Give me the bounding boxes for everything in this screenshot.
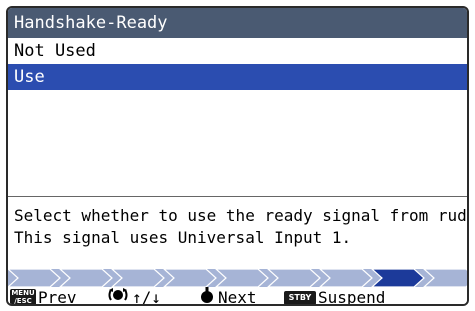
progress-step bbox=[319, 269, 373, 287]
help-line-1: Select whether to use the ready signal f… bbox=[14, 206, 469, 225]
help-line-2: This signal uses Universal Input 1. bbox=[14, 228, 352, 247]
window-frame: Handshake-Ready Not Used Use Select whet… bbox=[0, 0, 475, 311]
menu-key-top-label: MENU bbox=[11, 289, 35, 297]
progress-step bbox=[163, 269, 217, 287]
updown-label: ↑/↓ bbox=[132, 288, 161, 306]
softkey-footer: MENU /ESC Prev ↑/↓ Next STBY Suspend bbox=[8, 286, 467, 306]
progress-step bbox=[111, 269, 165, 287]
progress-step bbox=[8, 269, 61, 287]
progress-step bbox=[423, 269, 467, 287]
rotary-knob-icon bbox=[106, 286, 130, 304]
dialog-panel: Handshake-Ready Not Used Use Select whet… bbox=[6, 6, 469, 306]
progress-step bbox=[59, 269, 113, 287]
prev-softkey[interactable]: MENU /ESC Prev bbox=[10, 287, 77, 306]
option-list: Not Used Use bbox=[8, 38, 467, 90]
prev-label: Prev bbox=[38, 288, 77, 306]
suspend-softkey[interactable]: STBY Suspend bbox=[284, 287, 386, 306]
progress-chevrons bbox=[8, 269, 467, 287]
menu-key-bottom-label: /ESC bbox=[14, 297, 32, 305]
next-softkey[interactable]: Next bbox=[198, 286, 257, 306]
help-text: Select whether to use the ready signal f… bbox=[8, 196, 467, 249]
stby-key-icon: STBY bbox=[284, 290, 316, 304]
progress-step-current bbox=[371, 269, 425, 287]
updown-softkey[interactable]: ↑/↓ bbox=[106, 286, 161, 306]
suspend-label: Suspend bbox=[318, 288, 386, 306]
knob-push-icon bbox=[198, 286, 216, 304]
option-not-used[interactable]: Not Used bbox=[8, 38, 467, 64]
progress-step bbox=[215, 269, 269, 287]
option-use[interactable]: Use bbox=[8, 64, 467, 90]
menu-esc-key-icon: MENU /ESC bbox=[10, 289, 36, 305]
dialog-title: Handshake-Ready bbox=[8, 8, 467, 38]
step-progress-bar bbox=[8, 269, 467, 287]
next-label: Next bbox=[218, 288, 257, 306]
progress-step bbox=[267, 269, 321, 287]
